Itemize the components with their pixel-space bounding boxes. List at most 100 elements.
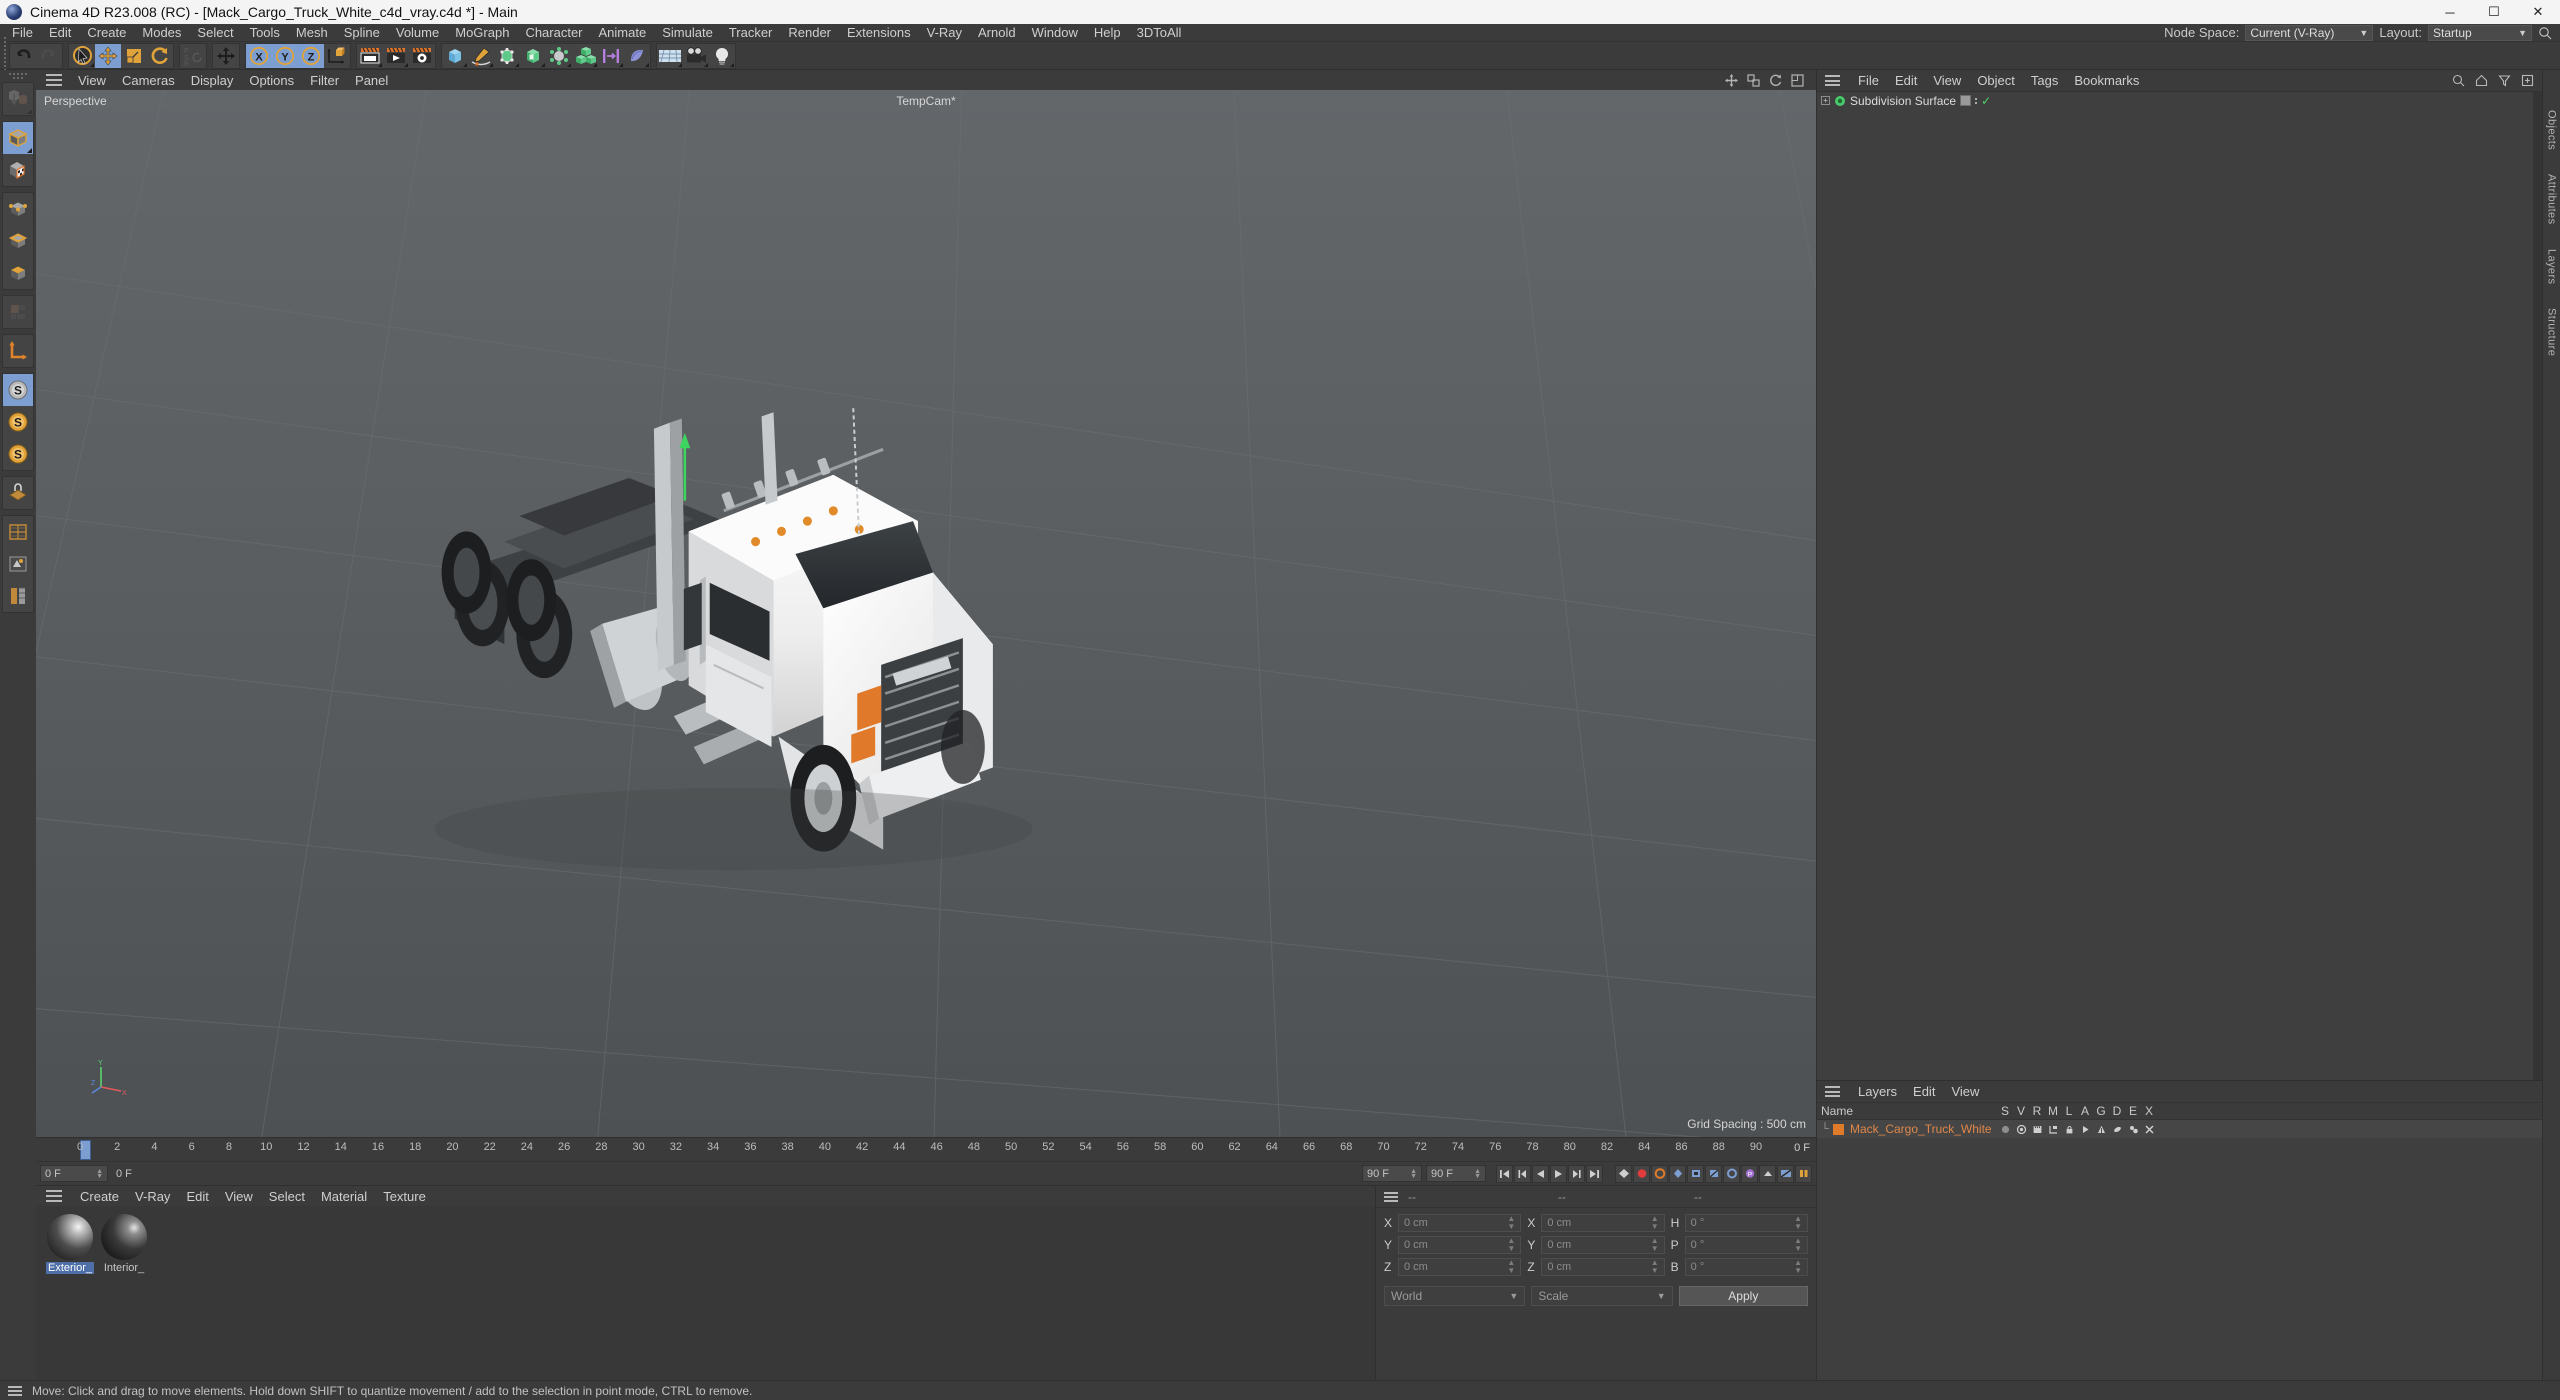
add-layer-icon[interactable] bbox=[2521, 74, 2534, 87]
autokey-button[interactable] bbox=[1615, 1165, 1632, 1183]
render-to-picture-viewer-button[interactable] bbox=[383, 44, 409, 68]
home-icon[interactable] bbox=[2475, 74, 2488, 87]
add-floor-button[interactable] bbox=[657, 44, 683, 68]
coordinates-burger-icon[interactable] bbox=[1384, 1192, 1398, 1202]
apply-button[interactable]: Apply bbox=[1679, 1286, 1808, 1306]
side-tab-layers[interactable]: Layers bbox=[2546, 249, 2558, 284]
parameter-key-button[interactable]: P bbox=[1741, 1165, 1758, 1183]
close-button[interactable]: ✕ bbox=[2516, 0, 2560, 24]
search-icon[interactable] bbox=[2452, 74, 2465, 87]
rotation-h-input[interactable]: 0 °▲▼ bbox=[1685, 1214, 1808, 1232]
objects-menu-tags[interactable]: Tags bbox=[2023, 73, 2066, 88]
viewport-menu-options[interactable]: Options bbox=[241, 73, 302, 88]
lock-z-axis-button[interactable]: Z bbox=[298, 44, 324, 68]
start-frame-field[interactable]: 0 F ▲▼ bbox=[40, 1165, 108, 1182]
undo-button[interactable] bbox=[10, 44, 36, 68]
menu-item-vray[interactable]: V-Ray bbox=[919, 24, 970, 42]
layer-row[interactable]: └ Mack_Cargo_Truck_White bbox=[1817, 1120, 2542, 1138]
layer-expression-toggle[interactable] bbox=[2125, 1125, 2141, 1134]
autokeying-button[interactable] bbox=[1651, 1165, 1668, 1183]
menu-item-arnold[interactable]: Arnold bbox=[970, 24, 1024, 42]
viewport-rotate-icon[interactable] bbox=[1769, 74, 1782, 87]
menu-item-volume[interactable]: Volume bbox=[388, 24, 447, 42]
add-cloner-button[interactable] bbox=[572, 44, 598, 68]
enable-axis-button[interactable] bbox=[3, 335, 33, 367]
add-spline-button[interactable] bbox=[468, 44, 494, 68]
menu-item-mograph[interactable]: MoGraph bbox=[447, 24, 517, 42]
layer-visible-toggle[interactable] bbox=[2013, 1125, 2029, 1134]
redo-button[interactable] bbox=[36, 44, 62, 68]
object-row-subdivision-surface[interactable]: + Subdivision Surface ✓ bbox=[1817, 92, 2542, 109]
position-x-input[interactable]: 0 cm▲▼ bbox=[1398, 1214, 1521, 1232]
menu-item-file[interactable]: File bbox=[4, 24, 41, 42]
rotation-key-button[interactable] bbox=[1723, 1165, 1740, 1183]
material-item[interactable]: Interior_ bbox=[100, 1214, 148, 1274]
edges-mode-button[interactable] bbox=[3, 225, 33, 257]
side-tab-objects[interactable]: Attributes bbox=[2546, 174, 2558, 224]
polygons-mode-button[interactable] bbox=[3, 257, 33, 289]
current-frame-field[interactable]: 0 F bbox=[112, 1165, 180, 1182]
rotation-b-input[interactable]: 0 °▲▼ bbox=[1685, 1258, 1808, 1276]
objects-menu-bookmarks[interactable]: Bookmarks bbox=[2066, 73, 2147, 88]
layer-color-swatch[interactable] bbox=[1833, 1124, 1844, 1135]
size-z-input[interactable]: 0 cm▲▼ bbox=[1541, 1258, 1664, 1276]
objects-scrollbar-vertical[interactable] bbox=[2533, 92, 2542, 1080]
make-editable-button[interactable] bbox=[3, 83, 33, 115]
viewport-scale-icon[interactable] bbox=[1747, 74, 1760, 87]
snap-toggle-button[interactable]: S bbox=[3, 374, 33, 406]
material-menu-select[interactable]: Select bbox=[261, 1189, 313, 1204]
node-space-dropdown[interactable]: Current (V-Ray) ▼ bbox=[2245, 25, 2373, 41]
menu-item-render[interactable]: Render bbox=[780, 24, 839, 42]
position-z-input[interactable]: 0 cm▲▼ bbox=[1398, 1258, 1521, 1276]
layers-list[interactable]: └ Mack_Cargo_Truck_White bbox=[1817, 1120, 2542, 1380]
menu-item-window[interactable]: Window bbox=[1024, 24, 1086, 42]
material-menu-material[interactable]: Material bbox=[313, 1189, 375, 1204]
visibility-dots-icon[interactable] bbox=[1975, 98, 1977, 104]
layout-grid-button[interactable] bbox=[3, 516, 33, 548]
position-key-button[interactable] bbox=[1687, 1165, 1704, 1183]
lock-x-axis-button[interactable]: X bbox=[246, 44, 272, 68]
menu-item-tools[interactable]: Tools bbox=[242, 24, 288, 42]
material-menu-vray[interactable]: V-Ray bbox=[127, 1189, 178, 1204]
layer-generator-toggle[interactable] bbox=[2093, 1125, 2109, 1134]
layout-dropdown[interactable]: Startup ▼ bbox=[2428, 25, 2532, 41]
viewport-menu-view[interactable]: View bbox=[70, 73, 114, 88]
layer-lock-toggle[interactable] bbox=[2061, 1125, 2077, 1134]
quantize-button[interactable]: S bbox=[3, 438, 33, 470]
add-field-button[interactable] bbox=[598, 44, 624, 68]
menu-item-tracker[interactable]: Tracker bbox=[721, 24, 781, 42]
viewport-filter-button[interactable] bbox=[3, 580, 33, 612]
size-y-input[interactable]: 0 cm▲▼ bbox=[1541, 1236, 1664, 1254]
play-forward-button[interactable] bbox=[1550, 1165, 1567, 1183]
viewport-maximize-icon[interactable] bbox=[1791, 74, 1804, 87]
objects-menu-edit[interactable]: Edit bbox=[1887, 73, 1925, 88]
maximize-button[interactable]: ☐ bbox=[2472, 0, 2516, 24]
add-cube-button[interactable] bbox=[442, 44, 468, 68]
objects-menu-view[interactable]: View bbox=[1925, 73, 1969, 88]
go-to-start-button[interactable] bbox=[1496, 1165, 1513, 1183]
material-menu-edit[interactable]: Edit bbox=[178, 1189, 216, 1204]
record-active-objects-button[interactable] bbox=[1633, 1165, 1650, 1183]
menu-item-modes[interactable]: Modes bbox=[134, 24, 189, 42]
add-cloth-button[interactable] bbox=[624, 44, 650, 68]
add-array-button[interactable] bbox=[520, 44, 546, 68]
rotate-tool[interactable] bbox=[147, 44, 173, 68]
menu-item-help[interactable]: Help bbox=[1086, 24, 1129, 42]
layers-menu-layers[interactable]: Layers bbox=[1850, 1084, 1905, 1099]
objects-tree[interactable]: + Subdivision Surface ✓ bbox=[1817, 92, 2542, 1080]
timeline-ruler[interactable]: 0246810121416182022242628303234363840424… bbox=[36, 1137, 1816, 1161]
go-to-end-button[interactable] bbox=[1586, 1165, 1603, 1183]
pla-key-button[interactable] bbox=[1759, 1165, 1776, 1183]
menu-item-animate[interactable]: Animate bbox=[591, 24, 655, 42]
objects-menu-file[interactable]: File bbox=[1850, 73, 1887, 88]
viewport-solo-button[interactable] bbox=[3, 548, 33, 580]
perspective-viewport[interactable]: Perspective TempCam* Grid Spacing : 500 … bbox=[36, 90, 1816, 1137]
expander-icon[interactable]: + bbox=[1821, 96, 1830, 105]
render-view-button[interactable] bbox=[357, 44, 383, 68]
viewport-move-icon[interactable] bbox=[1725, 74, 1738, 87]
material-menu-create[interactable]: Create bbox=[72, 1189, 127, 1204]
scale-key-button[interactable] bbox=[1705, 1165, 1722, 1183]
menu-item-create[interactable]: Create bbox=[79, 24, 134, 42]
add-camera-button[interactable] bbox=[683, 44, 709, 68]
psr-lock-button[interactable]: P S R bbox=[180, 44, 206, 68]
